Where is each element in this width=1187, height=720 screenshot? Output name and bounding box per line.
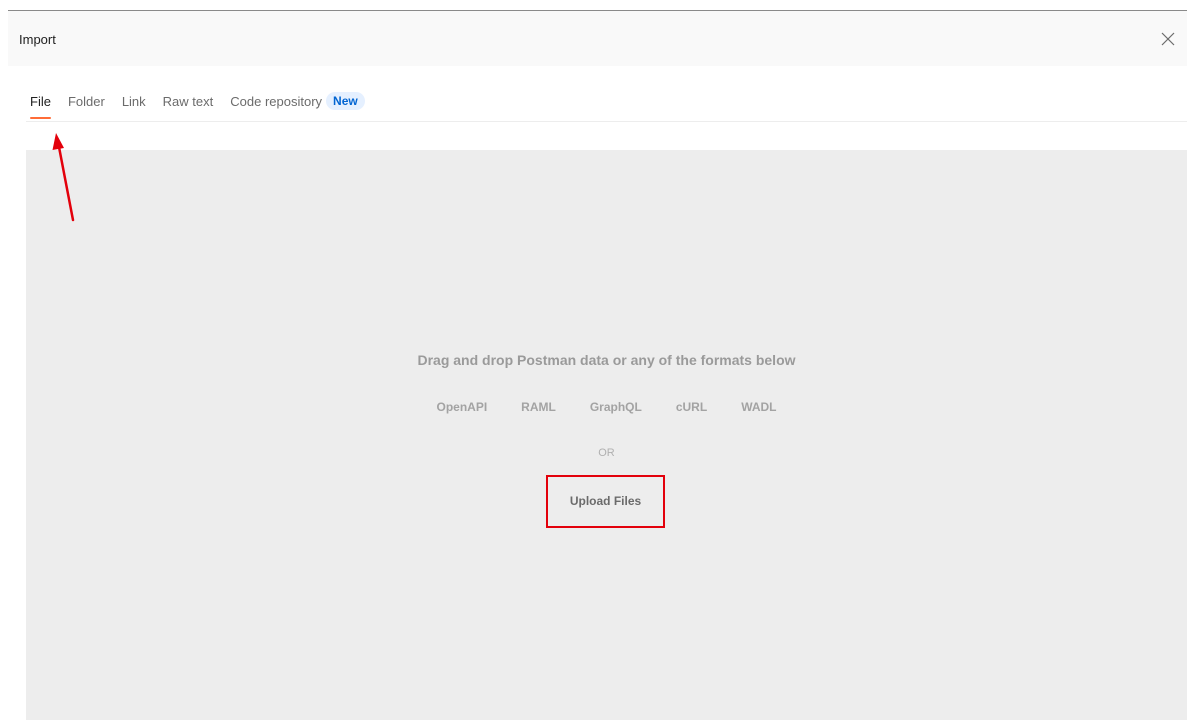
tab-code-repository[interactable]: Code repository New <box>230 92 365 122</box>
tab-file[interactable]: File <box>30 92 51 122</box>
file-dropzone[interactable]: Drag and drop Postman data or any of the… <box>26 150 1187 720</box>
or-separator: OR <box>598 447 615 459</box>
format-wadl: WADL <box>741 400 777 414</box>
close-icon <box>1161 32 1175 46</box>
dropzone-title: Drag and drop Postman data or any of the… <box>417 352 796 368</box>
supported-formats: OpenAPI RAML GraphQL cURL WADL <box>26 400 1187 414</box>
format-raml: RAML <box>521 400 556 414</box>
modal-title: Import <box>19 32 56 47</box>
tab-file-label: File <box>30 94 51 109</box>
upload-files-button[interactable]: Upload Files <box>546 475 665 528</box>
close-button[interactable] <box>1159 30 1177 48</box>
tab-raw-text-label: Raw text <box>162 94 214 109</box>
tab-link[interactable]: Link <box>122 92 146 122</box>
tab-folder[interactable]: Folder <box>68 92 105 122</box>
import-tabs: File Folder Link Raw text Code repositor… <box>30 92 382 122</box>
tab-link-label: Link <box>121 94 146 109</box>
tab-code-repository-label: Code repository <box>230 94 323 109</box>
format-openapi: OpenAPI <box>436 400 488 414</box>
tab-folder-label: Folder <box>67 94 105 109</box>
new-badge: New <box>326 92 365 110</box>
format-curl: cURL <box>675 400 708 414</box>
tabs-divider <box>26 121 1187 122</box>
tab-raw-text[interactable]: Raw text <box>163 92 214 122</box>
modal-header: Import <box>8 11 1187 66</box>
format-graphql: GraphQL <box>589 400 642 414</box>
